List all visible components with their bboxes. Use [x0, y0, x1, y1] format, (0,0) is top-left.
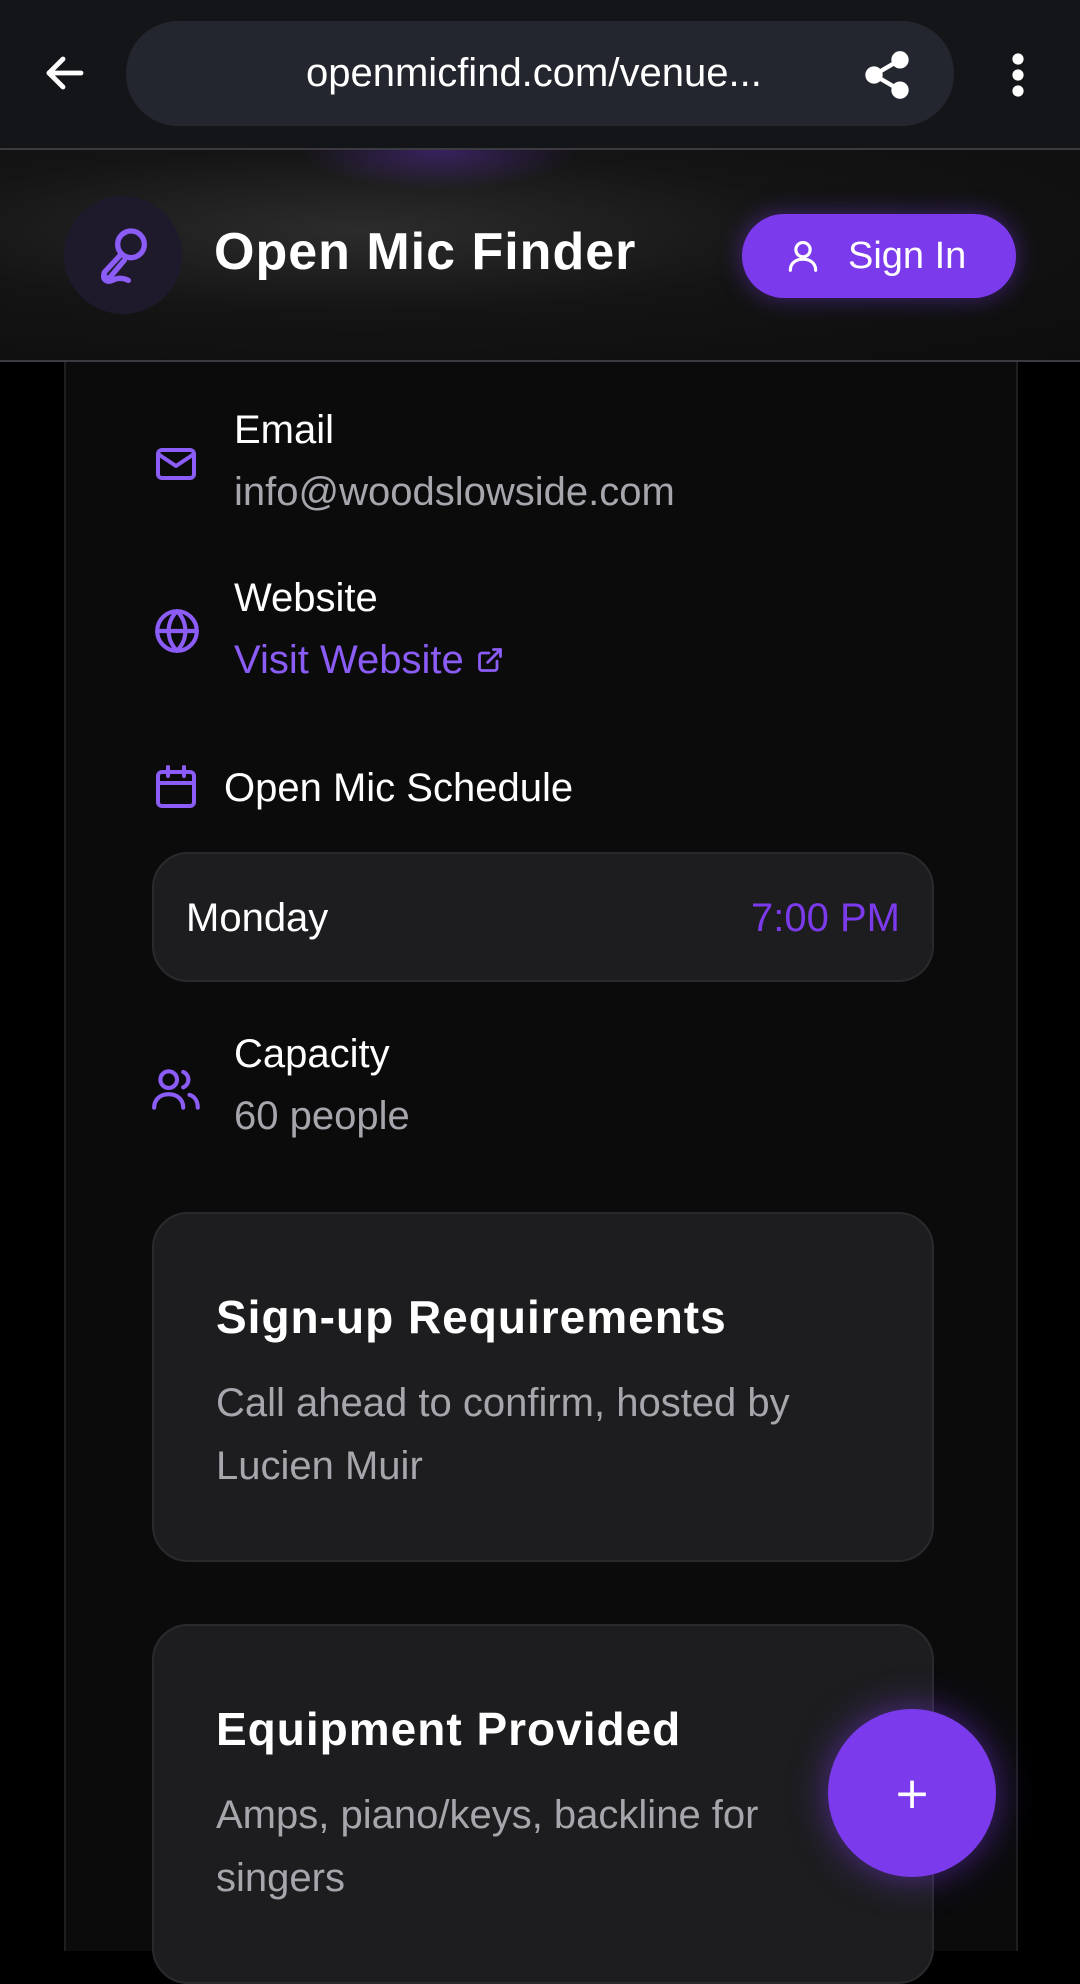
schedule-day: Monday	[186, 896, 329, 940]
schedule-time: 7:00 PM	[751, 896, 900, 940]
address-bar[interactable]: openmicfind.com/venue...	[126, 21, 954, 126]
browser-toolbar: openmicfind.com/venue...	[0, 0, 1080, 148]
external-link-icon	[477, 648, 502, 672]
share-button[interactable]	[852, 40, 922, 110]
arrow-left-icon	[46, 56, 84, 90]
user-icon	[788, 240, 818, 272]
visit-website-label: Visit Website	[234, 638, 464, 682]
url-text: openmicfind.com/venue...	[306, 51, 762, 95]
signup-requirements-card: Sign-up Requirements Call ahead to confi…	[152, 1212, 934, 1562]
signup-requirements-text: Call ahead to confirm, hosted by Lucien …	[216, 1381, 790, 1488]
plus-icon: +	[893, 1767, 931, 1819]
back-button[interactable]	[30, 38, 100, 108]
equipment-text: Amps, piano/keys, backline for singers	[216, 1793, 759, 1900]
logo[interactable]	[64, 196, 182, 314]
capacity-value: 60 people	[234, 1094, 410, 1138]
venue-details: Email info@woodslowside.com Website Visi…	[64, 362, 1018, 1984]
signup-requirements-title: Sign-up Requirements	[216, 1291, 727, 1343]
brand-name[interactable]: Open Mic Finder	[214, 222, 636, 282]
capacity-label: Capacity	[234, 1032, 390, 1076]
equipment-title: Equipment Provided	[216, 1703, 682, 1755]
schedule-title: Open Mic Schedule	[224, 766, 574, 810]
website-label: Website	[234, 576, 378, 620]
mail-icon	[152, 440, 200, 488]
email-value[interactable]: info@woodslowside.com	[234, 468, 675, 516]
email-label: Email	[234, 408, 335, 452]
add-button[interactable]: +	[828, 1709, 996, 1877]
schedule-entry: Monday 7:00 PM	[152, 852, 934, 982]
users-icon	[150, 1064, 204, 1114]
header-glow	[300, 150, 580, 190]
calendar-icon	[152, 762, 200, 812]
microphone-icon	[101, 228, 147, 284]
more-vertical-icon	[1012, 53, 1024, 97]
visit-website-link[interactable]: Visit Website	[234, 636, 504, 684]
sign-in-label: Sign In	[848, 234, 967, 277]
equipment-card: Equipment Provided Amps, piano/keys, bac…	[152, 1624, 934, 1984]
browser-menu-button[interactable]	[1000, 40, 1036, 110]
globe-icon	[152, 606, 202, 656]
sign-in-button[interactable]: Sign In	[742, 214, 1016, 298]
share-icon	[865, 51, 909, 99]
site-header: Open Mic Finder Sign In	[0, 148, 1080, 362]
